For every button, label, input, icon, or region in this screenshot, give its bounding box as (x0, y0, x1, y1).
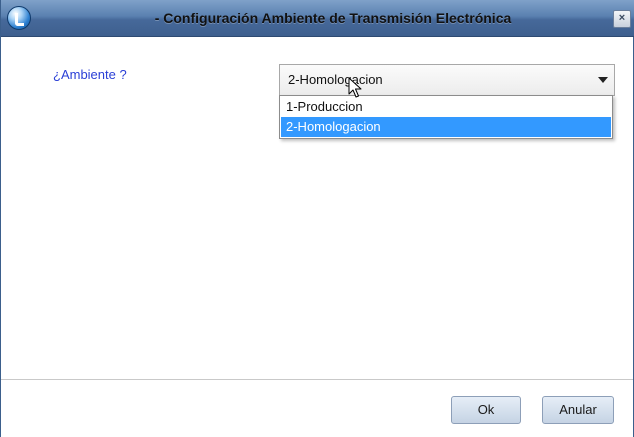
ambiente-select[interactable]: 2-Homologacion (279, 64, 615, 96)
title-bar[interactable]: - Configuración Ambiente de Transmisión … (1, 0, 634, 37)
ambiente-dropdown-list: 1-Produccion 2-Homologacion (279, 95, 613, 139)
anular-button[interactable]: Anular (542, 396, 614, 424)
dialog-title: - Configuración Ambiente de Transmisión … (154, 10, 512, 26)
dialog-window: - Configuración Ambiente de Transmisión … (0, 0, 634, 437)
ok-button[interactable]: Ok (451, 396, 521, 424)
chevron-down-icon[interactable] (598, 77, 608, 83)
mouse-pointer-icon (348, 77, 362, 98)
dropdown-option-produccion[interactable]: 1-Produccion (281, 97, 611, 117)
dropdown-option-homologacion[interactable]: 2-Homologacion (281, 117, 611, 137)
close-button[interactable]: × (613, 10, 631, 28)
footer-divider (1, 379, 633, 380)
ambiente-label: ¿Ambiente ? (53, 67, 127, 82)
ambiente-select-value: 2-Homologacion (288, 72, 383, 87)
